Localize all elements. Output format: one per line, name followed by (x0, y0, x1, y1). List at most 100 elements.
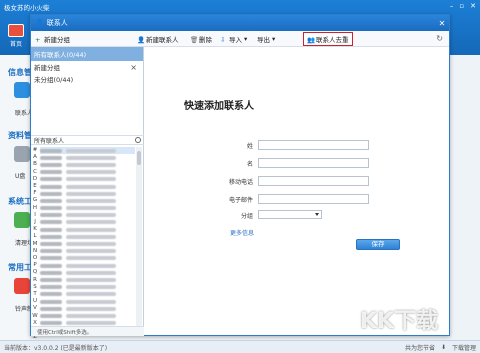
add-contact-icon: 👤 (137, 35, 146, 44)
contact-row[interactable] (40, 176, 135, 183)
close-icon[interactable]: × (130, 63, 137, 72)
home-nav[interactable]: 首页 (6, 24, 26, 48)
contact-row[interactable] (40, 284, 135, 291)
contacts-dialog: 👤 联系人 ✕ + 新建分组 👤 新建联系人 🗑 删除 ⇩ 导入 ▾ 导出 ▾ 👥 联系人去重… (30, 14, 450, 340)
group-select[interactable] (258, 210, 322, 219)
save-button[interactable]: 保存 (356, 239, 400, 250)
contact-row[interactable] (40, 212, 135, 219)
dialog-titlebar: 👤 联系人 ✕ (31, 15, 449, 31)
mobile-label: 移动电话 (228, 179, 253, 186)
alphabet-letter[interactable]: F (32, 190, 38, 197)
alphabet-letter[interactable]: # (32, 147, 38, 154)
contact-row[interactable] (40, 298, 135, 305)
alphabet-letter[interactable]: M (32, 241, 38, 248)
minimize-icon[interactable]: – (450, 2, 454, 10)
contact-row[interactable] (40, 147, 135, 155)
alphabet-letter[interactable]: P (32, 262, 38, 269)
import-button[interactable]: ⇩ 导入 ▾ (220, 33, 247, 45)
alphabet-letter[interactable]: N (32, 248, 38, 255)
alphabet-letter[interactable]: W (32, 313, 38, 320)
more-info-link[interactable]: 更多信息 (230, 228, 254, 237)
alphabet-letter[interactable]: S (32, 284, 38, 291)
email-input[interactable] (258, 194, 369, 204)
alphabet-letter[interactable]: D (32, 176, 38, 183)
dedupe-contacts-button[interactable]: 👥 联系人去重 (303, 32, 353, 46)
close-icon[interactable]: ✕ (470, 2, 476, 10)
alphabet-letter[interactable]: J (32, 219, 38, 226)
alphabet-letter[interactable]: H (32, 205, 38, 212)
maximize-icon[interactable]: ▫ (459, 2, 464, 10)
contact-row[interactable] (40, 276, 135, 283)
contact-name-blurred (40, 277, 62, 282)
contact-name-blurred (40, 206, 62, 211)
download-manager-link[interactable]: 下载管理 (452, 343, 476, 352)
alphabet-letter[interactable]: Q (32, 269, 38, 276)
contact-name-blurred (40, 313, 62, 318)
alphabet-letter[interactable]: R (32, 277, 38, 284)
contact-row[interactable] (40, 255, 135, 262)
all-contacts-group[interactable]: 所有联系人(0/44) (31, 47, 143, 61)
contact-phone-blurred (66, 306, 116, 311)
contact-row[interactable] (40, 312, 135, 319)
new-group-button[interactable]: + 新建分组 (35, 33, 70, 45)
contact-row[interactable] (40, 205, 135, 212)
alphabet-letter[interactable]: O (32, 255, 38, 262)
alphabet-letter[interactable]: B (32, 161, 38, 168)
status-bar: 当前版本：v3.0.0.2 (已是最新版本了) 共为您节省 ⬇ 下载管理 (0, 340, 480, 353)
contact-row[interactable] (40, 190, 135, 197)
contact-row[interactable] (40, 262, 135, 269)
alphabet-letter[interactable]: T (32, 291, 38, 298)
contact-name-blurred (40, 227, 62, 232)
contact-row[interactable] (40, 291, 135, 298)
delete-button[interactable]: 🗑 删除 (190, 33, 212, 45)
contact-row[interactable] (40, 219, 135, 226)
contact-row[interactable] (40, 183, 135, 190)
contact-phone-blurred (66, 148, 116, 153)
alphabet-letter[interactable]: C (32, 169, 38, 176)
contact-row[interactable] (40, 169, 135, 176)
given-name-input[interactable] (258, 158, 369, 168)
alphabet-index[interactable]: #ABCDEFGHIJKLMNOPQRSTUVWXYZ (32, 147, 38, 341)
contact-phone-blurred (66, 155, 116, 160)
contact-row[interactable] (40, 269, 135, 276)
contact-row[interactable] (40, 248, 135, 255)
ungrouped-item[interactable]: 未分组(0/44) (31, 73, 143, 85)
contacts-app-icon[interactable] (14, 82, 30, 98)
new-contact-button[interactable]: 👤 新建联系人 (137, 33, 179, 45)
alphabet-letter[interactable]: A (32, 154, 38, 161)
alphabet-letter[interactable]: E (32, 183, 38, 190)
contact-name-blurred (40, 263, 62, 268)
new-group-item[interactable]: 新建分组 × (31, 61, 143, 73)
given-name-label: 名 (246, 161, 253, 168)
alphabet-letter[interactable]: L (32, 233, 38, 240)
contact-row[interactable] (40, 226, 135, 233)
contact-row[interactable] (40, 161, 135, 168)
cleanup-app-icon[interactable] (14, 212, 30, 228)
contact-name-blurred (40, 242, 62, 247)
contact-row[interactable] (40, 305, 135, 312)
surname-input[interactable] (258, 140, 369, 150)
dialog-close-icon[interactable]: ✕ (435, 19, 449, 28)
search-icon[interactable] (135, 137, 141, 143)
contact-row[interactable] (40, 233, 135, 240)
scrollbar-thumb[interactable] (137, 151, 141, 165)
alphabet-letter[interactable]: K (32, 226, 38, 233)
contact-phone-blurred (66, 321, 116, 326)
usb-app-icon[interactable] (14, 146, 30, 162)
alphabet-letter[interactable]: V (32, 305, 38, 312)
trash-icon: 🗑 (190, 35, 199, 44)
contact-row[interactable] (40, 197, 135, 204)
ringtone-app-icon[interactable] (14, 278, 30, 294)
download-icon[interactable]: ⬇ (441, 344, 446, 351)
mobile-input[interactable] (258, 176, 369, 186)
ungrouped-label: 未分组(0/44) (34, 76, 74, 84)
contact-row[interactable] (40, 154, 135, 161)
contact-list-scrollbar[interactable] (136, 147, 142, 327)
contact-row[interactable] (40, 240, 135, 247)
alphabet-letter[interactable]: U (32, 298, 38, 305)
alphabet-letter[interactable]: G (32, 197, 38, 204)
multi-select-hint: 使用Ctrl或Shift多选。 (31, 326, 144, 336)
refresh-icon[interactable]: ↻ (436, 34, 443, 43)
export-button[interactable]: 导出 ▾ (257, 33, 275, 45)
alphabet-letter[interactable]: I (32, 212, 38, 219)
